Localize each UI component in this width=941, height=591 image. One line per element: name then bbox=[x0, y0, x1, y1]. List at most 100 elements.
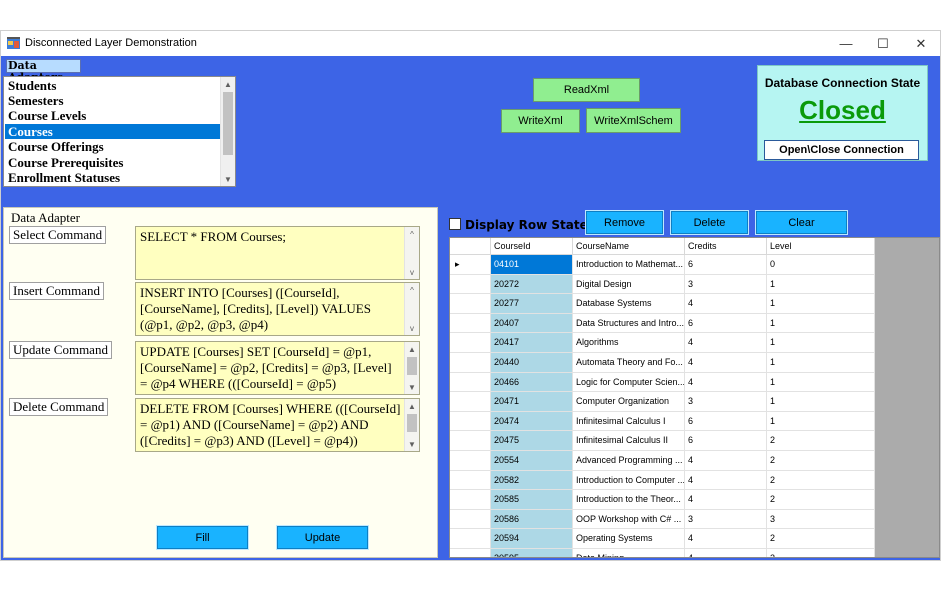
update-command-text[interactable]: UPDATE [Courses] SET [CourseId] = @p1, [… bbox=[140, 344, 402, 392]
cell-level[interactable]: 1 bbox=[767, 411, 875, 432]
table-row[interactable]: 20475 Infinitesimal Calculus II 6 2 bbox=[450, 431, 875, 451]
row-header[interactable] bbox=[450, 431, 491, 451]
cell-credits[interactable]: 6 bbox=[685, 255, 767, 275]
write-xml-button[interactable]: WriteXml bbox=[501, 109, 580, 133]
cell-credits[interactable]: 4 bbox=[685, 490, 767, 510]
table-row[interactable]: 20474 Infinitesimal Calculus I61 bbox=[450, 411, 875, 432]
checkbox-icon[interactable] bbox=[449, 218, 461, 230]
cell-level[interactable]: 2 bbox=[767, 431, 875, 451]
chevron-down-icon[interactable]: ▼ bbox=[405, 380, 419, 394]
row-header[interactable] bbox=[450, 372, 491, 393]
row-header[interactable] bbox=[450, 529, 491, 549]
cell-courseid[interactable]: 20440 bbox=[491, 353, 573, 373]
cell-coursename[interactable]: Infinitesimal Calculus I bbox=[573, 411, 685, 432]
cell-courseid[interactable]: 20595 bbox=[491, 549, 573, 557]
table-row[interactable]: 20277 Database Systems 4 1 bbox=[450, 294, 875, 314]
scroll-thumb[interactable] bbox=[407, 357, 417, 375]
cell-level[interactable]: 1 bbox=[767, 274, 875, 295]
row-header[interactable] bbox=[450, 294, 491, 314]
table-row[interactable]: 20585 Introduction to the Theor... 4 2 bbox=[450, 490, 875, 510]
write-xml-schema-button[interactable]: WriteXmlSchem bbox=[586, 108, 681, 133]
select-command-text[interactable]: SELECT * FROM Courses; bbox=[140, 229, 402, 245]
table-row[interactable]: 20471 Computer Organization 3 1 bbox=[450, 392, 875, 412]
cell-coursename[interactable]: Advanced Programming ... bbox=[573, 451, 685, 471]
cell-coursename[interactable]: Introduction to Computer ... bbox=[573, 470, 685, 491]
cell-credits[interactable]: 3 bbox=[685, 392, 767, 412]
cell-credits[interactable]: 6 bbox=[685, 313, 767, 334]
cell-courseid[interactable]: 20407 bbox=[491, 313, 573, 334]
cell-courseid[interactable]: 20582 bbox=[491, 470, 573, 491]
row-header[interactable] bbox=[450, 392, 491, 412]
row-header[interactable] bbox=[450, 509, 491, 530]
cell-level[interactable]: 2 bbox=[767, 529, 875, 549]
scrollbar[interactable]: ▲ ▼ bbox=[404, 399, 419, 451]
chevron-up-icon[interactable]: ▲ bbox=[405, 342, 419, 356]
delete-command-textbox[interactable]: DELETE FROM [Courses] WHERE (([CourseId]… bbox=[135, 398, 420, 452]
table-row[interactable]: 20466 Logic for Computer Scien... 4 1 bbox=[450, 372, 875, 393]
update-button[interactable]: Update bbox=[276, 525, 369, 550]
row-header[interactable] bbox=[450, 451, 491, 471]
cell-credits[interactable]: 3 bbox=[685, 509, 767, 530]
chevron-up-icon[interactable]: ▲ bbox=[405, 399, 419, 413]
cell-coursename[interactable]: Operating Systems bbox=[573, 529, 685, 549]
cell-coursename[interactable]: Computer Organization bbox=[573, 392, 685, 412]
cell-credits[interactable]: 6 bbox=[685, 411, 767, 432]
chevron-down-icon[interactable]: ▼ bbox=[405, 437, 419, 451]
table-row[interactable]: 20595 Data Mining 4 2 bbox=[450, 549, 875, 557]
cell-coursename[interactable]: OOP Workshop with C# ... bbox=[573, 509, 685, 530]
cell-level[interactable]: 2 bbox=[767, 490, 875, 510]
cell-level[interactable]: 1 bbox=[767, 333, 875, 353]
cell-coursename[interactable]: Introduction to the Theor... bbox=[573, 490, 685, 510]
scrollbar[interactable]: ^ v bbox=[404, 227, 419, 279]
row-header[interactable] bbox=[450, 274, 491, 295]
table-row[interactable]: 20407 Data Structures and Intro... 6 1 bbox=[450, 313, 875, 334]
insert-command-text[interactable]: INSERT INTO [Courses] ([CourseId], [Cour… bbox=[140, 285, 402, 333]
read-xml-button[interactable]: ReadXml bbox=[533, 78, 640, 102]
remove-button[interactable]: Remove bbox=[585, 210, 664, 235]
list-item[interactable]: Course Prerequisites bbox=[5, 155, 221, 170]
chevron-up-icon[interactable]: ^ bbox=[405, 227, 419, 241]
cell-credits[interactable]: 4 bbox=[685, 451, 767, 471]
cell-courseid[interactable]: 20586 bbox=[491, 509, 573, 530]
display-row-state-checkbox[interactable]: Display Row State bbox=[449, 218, 588, 232]
list-item-selected[interactable]: Courses bbox=[5, 124, 221, 139]
cell-coursename[interactable]: Data Structures and Intro... bbox=[573, 313, 685, 334]
cell-coursename[interactable]: Digital Design bbox=[573, 274, 685, 295]
cell-level[interactable]: 1 bbox=[767, 294, 875, 314]
scroll-thumb[interactable] bbox=[407, 414, 417, 432]
cell-courseid[interactable]: 20277 bbox=[491, 294, 573, 314]
list-item[interactable]: Course Offerings bbox=[5, 139, 221, 154]
table-row[interactable]: 20417 Algorithms 4 1 bbox=[450, 333, 875, 353]
maximize-button[interactable]: ☐ bbox=[864, 31, 902, 56]
cell-level[interactable]: 2 bbox=[767, 451, 875, 471]
chevron-up-icon[interactable]: ^ bbox=[405, 283, 419, 297]
table-row[interactable]: 20440 Automata Theory and Fo... 4 1 bbox=[450, 353, 875, 373]
clear-button[interactable]: Clear bbox=[755, 210, 848, 235]
open-close-connection-button[interactable]: Open\Close Connection bbox=[764, 140, 919, 160]
cell-courseid[interactable]: 04101 bbox=[491, 255, 573, 275]
scrollbar[interactable]: ^ v bbox=[404, 283, 419, 335]
chevron-down-icon[interactable]: v bbox=[405, 265, 419, 279]
cell-courseid[interactable]: 20471 bbox=[491, 392, 573, 412]
cell-level[interactable]: 2 bbox=[767, 470, 875, 491]
cell-coursename[interactable]: Logic for Computer Scien... bbox=[573, 372, 685, 393]
cell-level[interactable]: 1 bbox=[767, 353, 875, 373]
column-header-coursename[interactable]: CourseName bbox=[573, 238, 685, 255]
list-scrollbar[interactable]: ▲ ▼ bbox=[220, 77, 235, 186]
cell-level[interactable]: 1 bbox=[767, 372, 875, 393]
row-header[interactable]: ▸ bbox=[450, 255, 491, 275]
delete-command-text[interactable]: DELETE FROM [Courses] WHERE (([CourseId]… bbox=[140, 401, 402, 449]
cell-level[interactable]: 2 bbox=[767, 549, 875, 557]
cell-credits[interactable]: 4 bbox=[685, 353, 767, 373]
row-header[interactable] bbox=[450, 411, 491, 432]
row-header[interactable] bbox=[450, 549, 491, 557]
chevron-down-icon[interactable]: ▼ bbox=[221, 172, 235, 186]
fill-button[interactable]: Fill bbox=[156, 525, 249, 550]
table-row[interactable]: 20582 Introduction to Computer ... 4 2 bbox=[450, 470, 875, 491]
cell-credits[interactable]: 4 bbox=[685, 549, 767, 557]
row-header[interactable] bbox=[450, 470, 491, 491]
cell-courseid[interactable]: 20594 bbox=[491, 529, 573, 549]
table-row[interactable]: ▸ 04101 Introduction to Mathemat... 6 0 bbox=[450, 255, 875, 275]
list-item[interactable]: Semesters bbox=[5, 93, 221, 108]
cell-courseid[interactable]: 20272 bbox=[491, 274, 573, 295]
